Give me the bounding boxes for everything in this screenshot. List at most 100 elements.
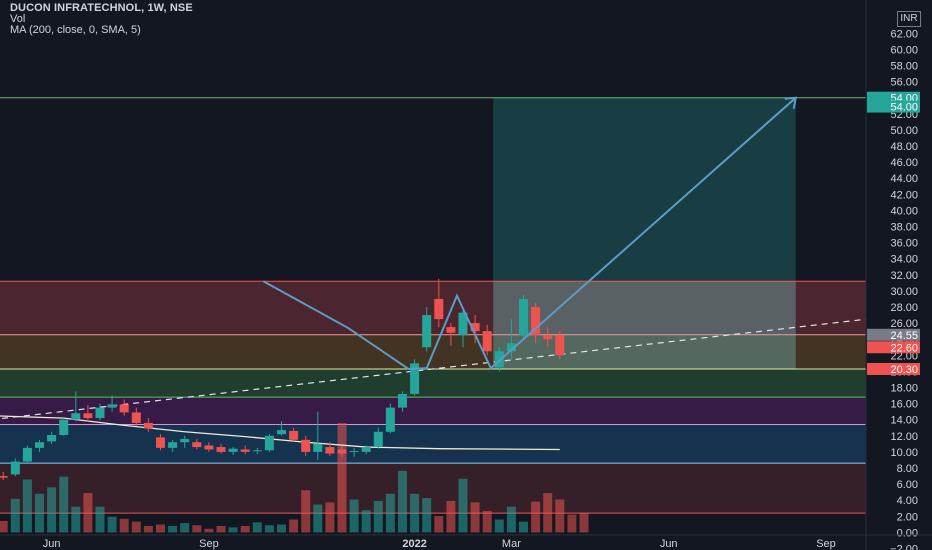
volume-bar bbox=[434, 515, 444, 533]
price-tick-label: 58.00 bbox=[890, 61, 918, 73]
volume-bar bbox=[83, 493, 93, 533]
price-tick-label: 42.00 bbox=[890, 189, 918, 201]
price-tag-text: 24.55 bbox=[890, 330, 918, 342]
price-tick-label: 0.00 bbox=[897, 527, 918, 539]
price-tick-label: 56.00 bbox=[890, 77, 918, 89]
price-tick-label: 6.00 bbox=[897, 479, 918, 491]
price-tick-label: 48.00 bbox=[890, 141, 918, 153]
volume-bar bbox=[22, 479, 32, 533]
price-tick-label: 28.00 bbox=[890, 302, 918, 314]
price-tick-label: 8.00 bbox=[897, 463, 918, 475]
price-tick-label: 34.00 bbox=[890, 254, 918, 266]
candle-body bbox=[434, 298, 444, 320]
volume-bar bbox=[192, 525, 202, 533]
candle-body bbox=[325, 447, 335, 454]
volume-bar bbox=[131, 521, 141, 533]
volume-bar bbox=[35, 493, 44, 533]
volume-bar bbox=[349, 499, 359, 533]
volume-bar bbox=[264, 525, 274, 533]
candle-body bbox=[10, 461, 20, 475]
candle-body bbox=[494, 351, 504, 368]
price-tag-text: 54.00 bbox=[890, 102, 918, 114]
ma-indicator-label[interactable]: MA (200, close, 0, SMA, 5) bbox=[10, 25, 193, 36]
volume-bar bbox=[216, 525, 226, 533]
price-tick-label: 38.00 bbox=[890, 222, 918, 234]
price-tick-label: 26.00 bbox=[890, 318, 918, 330]
chart-legend: DUCON INFRATECHNOL, 1W, NSE Vol MA (200,… bbox=[10, 3, 193, 36]
volume-bar bbox=[107, 516, 117, 533]
volume-bar bbox=[398, 470, 407, 533]
price-tick-label: 40.00 bbox=[890, 205, 918, 217]
candle-body bbox=[83, 413, 93, 419]
candle-body bbox=[277, 430, 286, 435]
price-tick-label: 12.00 bbox=[890, 431, 918, 443]
price-tick-label: 14.00 bbox=[890, 415, 918, 427]
volume-bar bbox=[59, 476, 69, 533]
volume-bar bbox=[289, 519, 299, 533]
volume-bar bbox=[143, 525, 153, 533]
price-tick-label: 4.00 bbox=[897, 495, 918, 507]
price-tick-label: 44.00 bbox=[890, 173, 918, 185]
time-tick-label: Mar bbox=[502, 538, 521, 550]
price-tick-label: 62.00 bbox=[890, 28, 918, 40]
volume-bar bbox=[180, 523, 190, 533]
price-tick-label: 30.00 bbox=[890, 286, 918, 298]
price-tick-label: 2.00 bbox=[897, 511, 918, 523]
candle-body bbox=[47, 434, 57, 442]
price-tick-label: 60.00 bbox=[890, 44, 918, 56]
candle-body bbox=[373, 431, 383, 448]
candle-body bbox=[301, 439, 311, 452]
volume-bar bbox=[301, 490, 311, 533]
volume-bar bbox=[47, 487, 57, 533]
candle-body bbox=[0, 476, 8, 478]
currency-badge[interactable]: INR bbox=[897, 11, 921, 27]
volume-bar bbox=[555, 499, 565, 533]
volume-bar bbox=[277, 524, 286, 533]
zone-band bbox=[0, 397, 866, 425]
price-tick-label: 32.00 bbox=[890, 270, 918, 282]
volume-bar bbox=[361, 510, 371, 533]
price-axis[interactable]: 62.0060.0058.0056.0054.0052.0050.0048.00… bbox=[865, 0, 932, 550]
volume-bar bbox=[95, 506, 105, 533]
volume-bar bbox=[228, 527, 238, 533]
candle-body bbox=[337, 449, 347, 454]
candle-body bbox=[95, 407, 105, 419]
candle-body bbox=[168, 442, 178, 448]
volume-bar bbox=[385, 493, 395, 533]
candle-body bbox=[119, 404, 129, 413]
volume-bar bbox=[252, 522, 262, 533]
volume-bar bbox=[506, 506, 516, 533]
price-tick-label: 50.00 bbox=[890, 125, 918, 137]
price-tag-text: 22.60 bbox=[890, 342, 918, 354]
candle-body bbox=[204, 445, 214, 450]
volume-bar bbox=[71, 506, 81, 533]
price-tick-label: 16.00 bbox=[890, 399, 918, 411]
candle-body bbox=[228, 448, 238, 452]
candle-body bbox=[240, 449, 250, 452]
volume-bar bbox=[156, 524, 165, 533]
candle-body bbox=[22, 447, 32, 462]
candle-body bbox=[131, 412, 141, 423]
candle-body bbox=[482, 331, 492, 352]
price-chart[interactable]: 62.0060.0058.0056.0054.0052.0050.0048.00… bbox=[0, 0, 932, 550]
volume-bar bbox=[446, 500, 456, 533]
volume-bar bbox=[204, 528, 214, 533]
volume-bar bbox=[325, 502, 335, 533]
symbol-title[interactable]: DUCON INFRATECHNOL, 1W, NSE bbox=[10, 3, 193, 14]
volume-bar bbox=[458, 478, 468, 533]
price-tick-label: −2.00 bbox=[890, 544, 918, 550]
volume-bar bbox=[168, 525, 178, 533]
volume-bar bbox=[579, 513, 589, 533]
price-tick-label: 46.00 bbox=[890, 157, 918, 169]
candle-body bbox=[107, 404, 117, 408]
price-tick-label: 36.00 bbox=[890, 238, 918, 250]
volume-bar bbox=[10, 498, 20, 533]
candle-body bbox=[216, 447, 226, 452]
zone-band bbox=[0, 368, 866, 398]
time-tick-label: 2022 bbox=[402, 538, 426, 550]
zone-band bbox=[0, 424, 866, 464]
candle-body bbox=[192, 442, 202, 448]
time-tick-label: Jun bbox=[660, 538, 678, 550]
candle-body bbox=[143, 422, 153, 429]
candle-body bbox=[446, 327, 456, 333]
